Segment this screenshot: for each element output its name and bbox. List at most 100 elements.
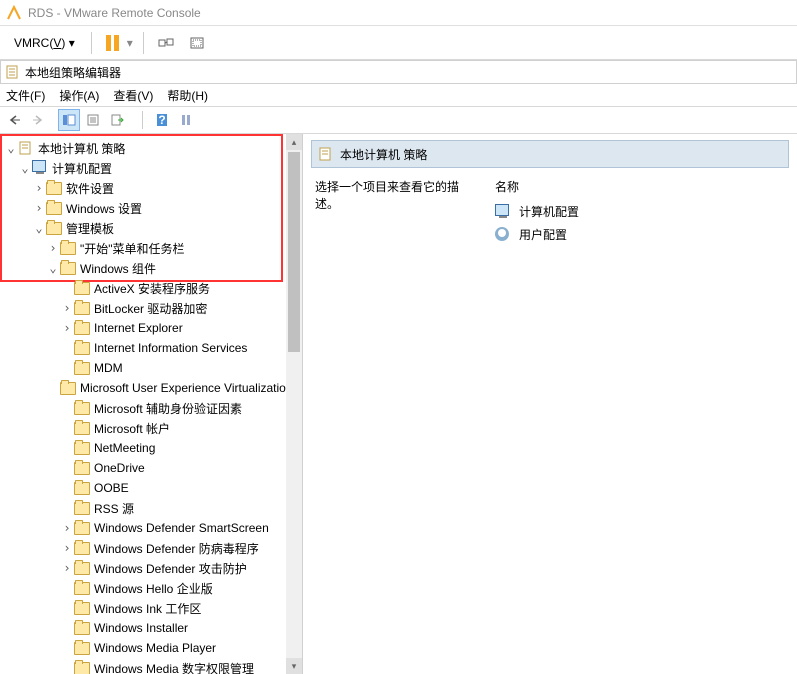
tree-item[interactable]: RSS 源 (4, 498, 287, 518)
tree-item[interactable]: Windows Media Player (4, 638, 287, 658)
tree-item[interactable]: Windows Media 数字权限管理 (4, 658, 287, 674)
tree-admin-templates[interactable]: ⌄ 管理模板 (4, 218, 287, 238)
vmware-titlebar: RDS - VMware Remote Console (0, 0, 797, 26)
folder-icon (74, 320, 90, 336)
tree-item[interactable]: ›Internet Explorer (4, 318, 287, 338)
help-button[interactable]: ? (151, 109, 173, 131)
tree-item[interactable]: OneDrive (4, 458, 287, 478)
folder-icon (74, 460, 90, 476)
svg-text:?: ? (158, 113, 165, 127)
expand-icon[interactable]: › (60, 561, 74, 575)
tree-start-menu[interactable]: › "开始"菜单和任务栏 (4, 238, 287, 258)
expand-icon[interactable]: › (60, 301, 74, 315)
folder-icon (60, 240, 76, 256)
folder-icon (74, 300, 90, 316)
expand-icon[interactable]: › (32, 201, 46, 215)
tree-item[interactable]: MDM (4, 358, 287, 378)
menu-view[interactable]: 查看(V) (113, 87, 153, 104)
gpedit-toolbar: ? (0, 106, 797, 134)
folder-icon (46, 220, 62, 236)
export-button[interactable] (106, 109, 128, 131)
folder-icon (74, 500, 90, 516)
folder-icon (74, 640, 90, 656)
expand-icon[interactable]: › (46, 241, 60, 255)
tree-item[interactable]: Windows Hello 企业版 (4, 578, 287, 598)
folder-icon (60, 380, 76, 396)
tree-software[interactable]: › 软件设置 (4, 178, 287, 198)
folder-icon (74, 520, 90, 536)
expand-icon[interactable]: › (60, 321, 74, 335)
tree-item[interactable]: NetMeeting (4, 438, 287, 458)
policy-icon (318, 146, 334, 162)
computer-icon (495, 204, 511, 220)
tree-computer-config[interactable]: ⌄ 计算机配置 (4, 158, 287, 178)
send-cad-icon[interactable] (158, 34, 176, 52)
menu-file[interactable]: 文件(F) (6, 87, 45, 104)
fullscreen-icon[interactable] (188, 34, 206, 52)
tree-windows-components[interactable]: ⌄ Windows 组件 (4, 258, 287, 278)
tree-item[interactable]: ›Windows Defender 防病毒程序 (4, 538, 287, 558)
folder-icon (74, 540, 90, 556)
tree-item[interactable]: ActiveX 安装程序服务 (4, 278, 287, 298)
description-text: 选择一个项目来查看它的描述。 (315, 178, 475, 212)
scroll-down-icon[interactable]: ▾ (286, 658, 302, 674)
tree-item[interactable]: Microsoft User Experience Virtualization (4, 378, 287, 398)
folder-icon (74, 440, 90, 456)
folder-icon (74, 620, 90, 636)
user-icon (495, 227, 511, 243)
folder-icon (74, 340, 90, 356)
tree-root[interactable]: ⌄ 本地计算机 策略 (4, 138, 287, 158)
folder-icon (74, 400, 90, 416)
computer-icon (32, 160, 48, 176)
tree-item[interactable]: OOBE (4, 478, 287, 498)
menu-help[interactable]: 帮助(H) (167, 87, 208, 104)
item-user-config[interactable]: 用户配置 (495, 226, 579, 243)
back-button[interactable] (4, 109, 26, 131)
filter-button[interactable] (175, 109, 197, 131)
tree-item[interactable]: Internet Information Services (4, 338, 287, 358)
expand-icon[interactable]: › (60, 541, 74, 555)
gpedit-menubar: 文件(F) 操作(A) 查看(V) 帮助(H) (0, 84, 797, 106)
tree-item[interactable]: ›BitLocker 驱动器加密 (4, 298, 287, 318)
details-pane: 本地计算机 策略 选择一个项目来查看它的描述。 名称 计算机配置 用户配置 (303, 134, 797, 674)
forward-button[interactable] (28, 109, 50, 131)
tree-item[interactable]: ›Windows Defender 攻击防护 (4, 558, 287, 578)
details-view-button[interactable] (58, 109, 80, 131)
vertical-scrollbar[interactable]: ▴ ▾ (286, 134, 302, 674)
gpedit-icon (5, 64, 21, 80)
collapse-icon[interactable]: ⌄ (18, 161, 32, 175)
menu-action[interactable]: 操作(A) (59, 87, 99, 104)
scroll-up-icon[interactable]: ▴ (286, 134, 302, 150)
column-header-name[interactable]: 名称 (495, 178, 579, 195)
collapse-icon[interactable]: ⌄ (32, 221, 46, 235)
expand-icon[interactable]: › (32, 181, 46, 195)
folder-icon (74, 600, 90, 616)
collapse-icon[interactable]: ⌄ (4, 141, 18, 155)
collapse-icon[interactable]: ⌄ (46, 261, 60, 275)
tree-item[interactable]: Microsoft 辅助身份验证因素 (4, 398, 287, 418)
scroll-thumb[interactable] (288, 152, 300, 352)
folder-icon (74, 480, 90, 496)
folder-icon (74, 420, 90, 436)
vmrc-menu-button[interactable]: VMRC(V) ▾ (8, 34, 81, 52)
tree-pane: ⌄ 本地计算机 策略 ⌄ 计算机配置 › 软件设置 › Windows 设置 ⌄ (0, 134, 303, 674)
tree-item[interactable]: Windows Ink 工作区 (4, 598, 287, 618)
tree-item[interactable]: Windows Installer (4, 618, 287, 638)
properties-button[interactable] (82, 109, 104, 131)
tree-windows-settings[interactable]: › Windows 设置 (4, 198, 287, 218)
folder-icon (74, 560, 90, 576)
gpedit-title: 本地组策略编辑器 (25, 64, 121, 81)
item-computer-config[interactable]: 计算机配置 (495, 203, 579, 220)
policy-icon (18, 140, 34, 156)
tree-item[interactable]: ›Windows Defender SmartScreen (4, 518, 287, 538)
pause-button[interactable] (102, 31, 123, 55)
vmware-toolbar: VMRC(V) ▾ ▾ (0, 26, 797, 60)
folder-icon (74, 360, 90, 376)
folder-icon (46, 180, 62, 196)
expand-icon[interactable]: › (60, 521, 74, 535)
dropdown-arrow-icon[interactable]: ▾ (127, 36, 133, 50)
folder-icon (46, 200, 62, 216)
folder-icon (74, 660, 90, 674)
folder-icon (74, 580, 90, 596)
tree-item[interactable]: Microsoft 帐户 (4, 418, 287, 438)
